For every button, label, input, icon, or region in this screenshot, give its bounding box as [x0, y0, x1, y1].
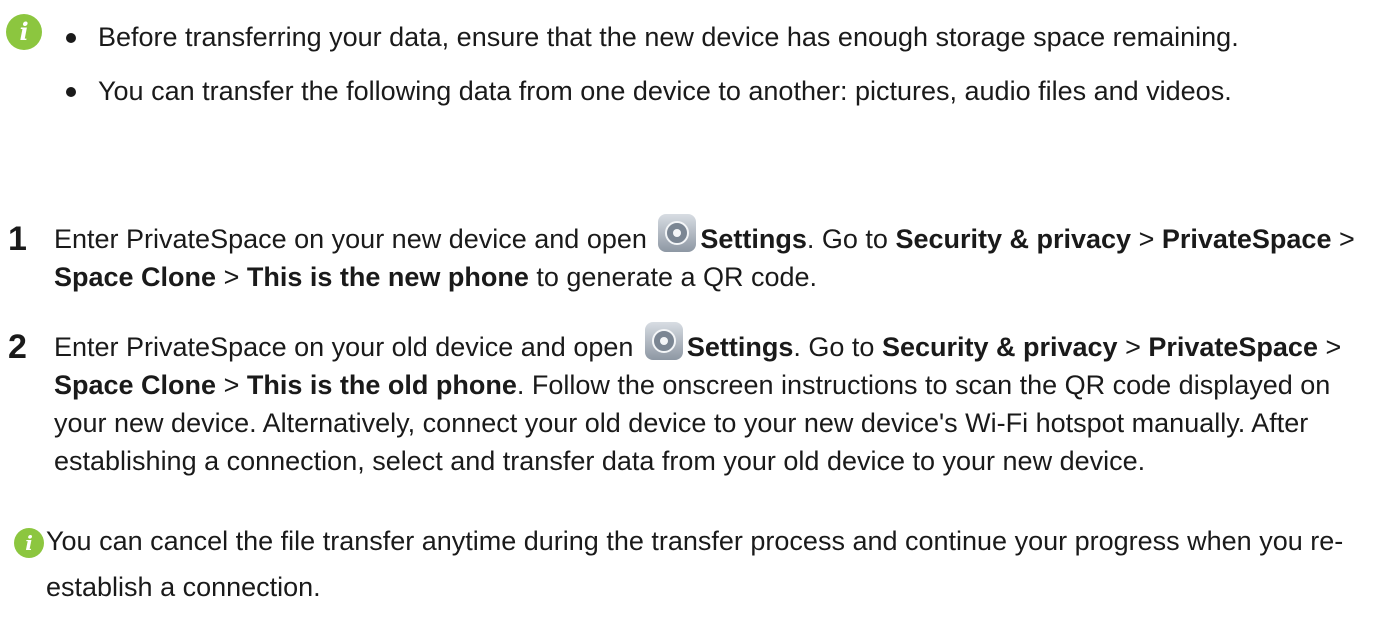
bullet-icon — [66, 33, 76, 43]
settings-gear-icon — [644, 322, 683, 360]
step-number: 2 — [8, 328, 27, 366]
menu-path-security-privacy: Security & privacy — [881, 332, 1118, 362]
note-text: You can cancel the file transfer anytime… — [46, 526, 1344, 602]
step-text: Enter PrivateSpace on your old device an… — [54, 322, 1384, 480]
list-item: Before transferring your data, ensure th… — [64, 14, 1384, 60]
path-separator: > — [1131, 224, 1162, 254]
list-item: You can transfer the following data from… — [64, 68, 1384, 114]
settings-gear-icon — [658, 214, 697, 252]
menu-path-security-privacy: Security & privacy — [895, 224, 1132, 254]
step-text-segment: Enter PrivateSpace on your old device an… — [54, 332, 641, 362]
step-text-segment: . Go to — [793, 332, 882, 362]
step-text-segment: Enter PrivateSpace on your new device an… — [54, 224, 655, 254]
tip-text: Before transferring your data, ensure th… — [98, 22, 1239, 52]
document-page: i Before transferring your data, ensure … — [0, 0, 1391, 618]
settings-label: Settings — [700, 224, 807, 254]
step-text: Enter PrivateSpace on your new device an… — [54, 214, 1384, 296]
menu-path-privatespace: PrivateSpace — [1161, 224, 1332, 254]
menu-path-space-clone: Space Clone — [54, 370, 217, 400]
info-icon: i — [6, 14, 42, 50]
tip-text: You can transfer the following data from… — [98, 76, 1232, 106]
path-separator: > — [1331, 224, 1355, 254]
info-icon: i — [14, 528, 44, 558]
step-text-segment: . Go to — [806, 224, 896, 254]
menu-path-space-clone: Space Clone — [54, 262, 217, 292]
path-separator: > — [1117, 332, 1149, 362]
path-separator: > — [216, 370, 247, 400]
path-separator: > — [1317, 332, 1342, 362]
step-number: 1 — [8, 220, 27, 258]
tips-list: Before transferring your data, ensure th… — [64, 14, 1384, 122]
menu-path-privatespace: PrivateSpace — [1148, 332, 1318, 362]
step-text-segment: to generate a QR code. — [528, 262, 818, 292]
bullet-icon — [66, 87, 76, 97]
path-separator: > — [216, 262, 247, 292]
menu-path-new-phone: This is the new phone — [246, 262, 529, 292]
settings-label: Settings — [686, 332, 794, 362]
menu-path-old-phone: This is the old phone — [246, 370, 517, 400]
